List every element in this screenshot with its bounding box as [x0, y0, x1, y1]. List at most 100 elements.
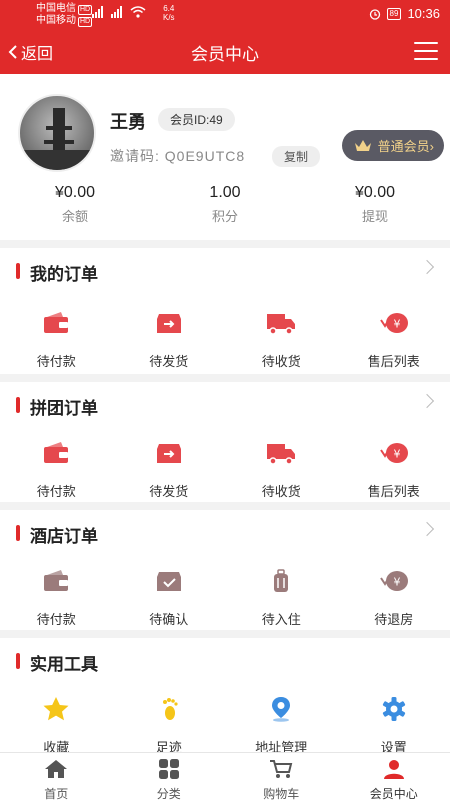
nav-cart[interactable]: 购物车 — [225, 753, 338, 800]
user-name: 王勇 — [110, 112, 146, 132]
nav-label: 购物车 — [263, 787, 300, 800]
clock: 10:36 — [407, 6, 440, 21]
group-after-sales[interactable]: ¥ 售后列表 — [338, 426, 450, 500]
footprint-icon — [162, 698, 178, 720]
group-pending-receipt[interactable]: 待收货 — [225, 426, 338, 500]
svg-text:¥: ¥ — [393, 448, 400, 461]
order-label: 待付款 — [36, 612, 76, 627]
stat-label: 提现 — [361, 209, 388, 224]
home-icon — [45, 760, 68, 778]
order-label: 待付款 — [36, 354, 76, 369]
section-header: 实用工具 — [0, 638, 450, 682]
page-title: 会员中心 — [191, 45, 259, 64]
crown-icon — [354, 139, 371, 151]
order-label: 售后列表 — [367, 354, 420, 369]
refund-icon: ¥ — [379, 571, 408, 591]
section-header[interactable]: 酒店订单 — [0, 510, 450, 554]
order-pending-shipment[interactable]: 待发货 — [113, 292, 226, 370]
star-icon — [43, 697, 69, 721]
chevron-right-icon — [419, 393, 435, 409]
stat-value: 1.00 — [209, 184, 241, 201]
section-title: 我的订单 — [30, 265, 98, 284]
group-pending-payment[interactable]: 待付款 — [0, 426, 113, 500]
battery-icon: 89 — [386, 7, 402, 20]
profile-card: 王勇 会员ID:49 邀请码: Q0E9UTC8 复制 普通会员› ¥0.00 … — [0, 74, 450, 240]
signal-icons — [92, 6, 146, 18]
member-icon — [383, 760, 404, 779]
status-bar: 中国电信 HD 中国移动 HD 6.4 K/s 89 10:36 — [0, 0, 450, 28]
stat-balance[interactable]: ¥0.00 余额 — [0, 184, 150, 225]
hd-badge: HD — [78, 5, 93, 15]
status-right: 89 10:36 — [369, 6, 440, 21]
refund-icon: ¥ — [379, 313, 408, 333]
luggage-icon — [274, 569, 289, 592]
order-pending-receipt[interactable]: 待收货 — [225, 292, 338, 370]
tool-address[interactable]: 地址管理 — [225, 682, 338, 756]
nav-home[interactable]: 首页 — [0, 753, 113, 800]
signal-icon — [111, 6, 122, 18]
app-header: 返回 会员中心 — [0, 28, 450, 74]
tool-settings[interactable]: 设置 — [338, 682, 450, 756]
order-after-sales[interactable]: ¥ 售后列表 — [338, 292, 450, 370]
hotel-pending-checkout[interactable]: ¥ 待退房 — [338, 554, 450, 628]
speed-unit: K/s — [163, 13, 175, 22]
category-icon — [158, 759, 179, 779]
section-my-orders: 我的订单 待付款 待发货 待收货 ¥ 售后列表 — [0, 248, 450, 374]
group-pending-shipment[interactable]: 待发货 — [113, 426, 226, 500]
order-label: 待确认 — [149, 612, 189, 627]
section-title: 实用工具 — [30, 655, 98, 674]
order-label: 待付款 — [36, 484, 76, 499]
wallet-icon — [44, 442, 69, 463]
chevron-right-icon — [419, 259, 435, 275]
nav-category[interactable]: 分类 — [113, 753, 226, 800]
order-label: 待入住 — [261, 612, 301, 627]
nav-label: 会员中心 — [369, 787, 418, 800]
speed-value: 6.4 — [163, 4, 175, 13]
menu-icon[interactable] — [414, 42, 438, 60]
box-arrow-icon — [156, 314, 181, 333]
stat-points[interactable]: 1.00 积分 — [150, 184, 300, 225]
stat-label: 余额 — [61, 209, 88, 224]
location-pin-icon — [272, 697, 291, 722]
order-label: 待收货 — [261, 354, 301, 369]
hotel-pending-checkin[interactable]: 待入住 — [225, 554, 338, 628]
hotel-pending-payment[interactable]: 待付款 — [0, 554, 113, 628]
order-pending-payment[interactable]: 待付款 — [0, 292, 113, 370]
bottom-nav: 首页 分类 购物车 会员中心 — [0, 752, 450, 800]
chevron-right-icon — [419, 521, 435, 537]
nav-label: 分类 — [156, 787, 181, 800]
tool-favorites[interactable]: 收藏 — [0, 682, 113, 756]
stat-withdraw[interactable]: ¥0.00 提现 — [300, 184, 450, 225]
section-hotel-orders: 酒店订单 待付款 待确认 待入住 ¥ 待退房 — [0, 510, 450, 630]
nav-member[interactable]: 会员中心 — [338, 753, 450, 800]
order-label: 待退房 — [374, 612, 414, 627]
section-title: 酒店订单 — [30, 527, 98, 546]
hd-badge: HD — [78, 17, 93, 27]
order-label: 待发货 — [149, 484, 189, 499]
svg-text:¥: ¥ — [393, 318, 400, 331]
wallet-icon — [44, 570, 69, 591]
section-title: 拼团订单 — [30, 399, 98, 418]
stat-label: 积分 — [211, 209, 238, 224]
network-speed: 6.4 K/s — [163, 4, 175, 22]
order-label: 售后列表 — [367, 484, 420, 499]
stats-row: ¥0.00 余额 1.00 积分 ¥0.00 提现 — [0, 184, 450, 225]
section-header[interactable]: 我的订单 — [0, 248, 450, 292]
refund-icon: ¥ — [379, 443, 408, 463]
box-arrow-icon — [156, 444, 181, 463]
member-id-badge: 会员ID:49 — [158, 108, 235, 131]
carrier-1: 中国电信 — [36, 3, 76, 14]
tool-footprints[interactable]: 足迹 — [113, 682, 226, 756]
avatar[interactable] — [18, 94, 96, 172]
copy-button[interactable]: 复制 — [272, 146, 321, 167]
member-level-label: 普通会员› — [377, 139, 434, 154]
gear-icon — [382, 697, 405, 721]
signal-icon — [92, 6, 103, 18]
member-level-button[interactable]: 普通会员› — [341, 130, 444, 161]
hotel-pending-confirm[interactable]: 待确认 — [113, 554, 226, 628]
order-label: 待收货 — [261, 484, 301, 499]
section-header[interactable]: 拼团订单 — [0, 382, 450, 426]
order-label: 待发货 — [149, 354, 189, 369]
stat-value: ¥0.00 — [354, 184, 396, 201]
nav-label: 首页 — [44, 787, 69, 800]
